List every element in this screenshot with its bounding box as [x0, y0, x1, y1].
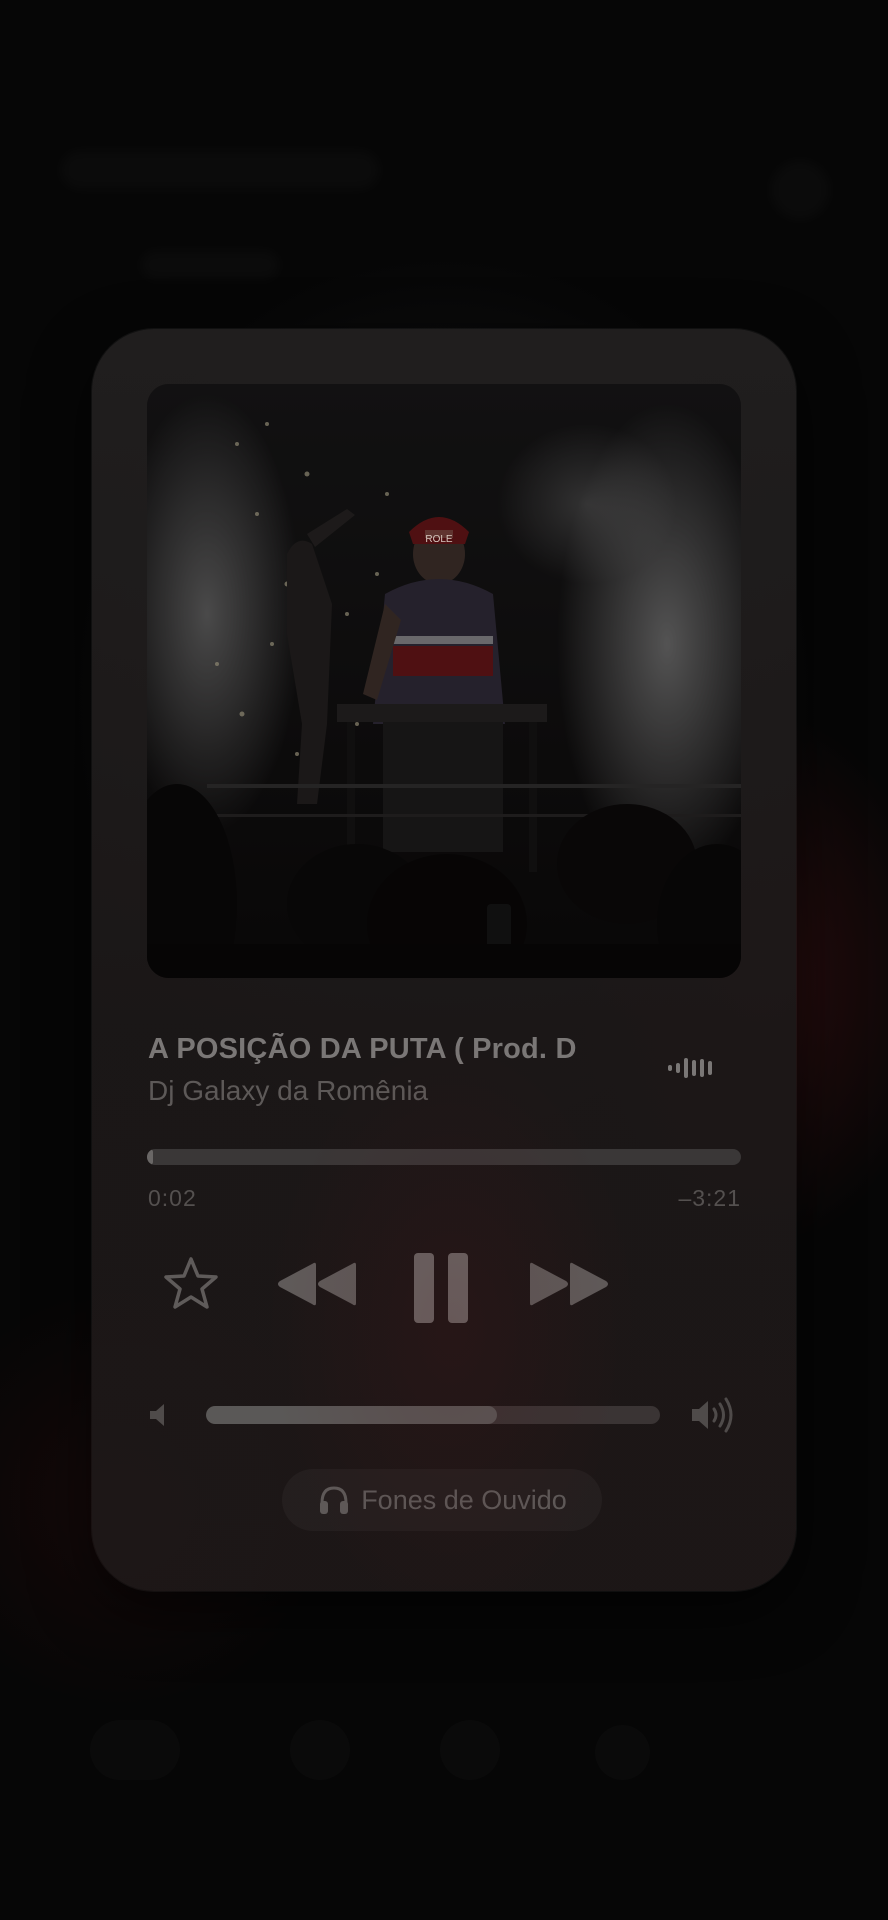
remaining-time: –3:21 [678, 1185, 741, 1211]
elapsed-time: 0:02 [148, 1185, 197, 1211]
track-title: A POSIÇÃO DA PUTA ( Prod. D [148, 1033, 577, 1065]
album-artwork[interactable]: ROLE [147, 384, 741, 978]
background-blur-shape [595, 1725, 650, 1780]
background-blur-shape [60, 150, 380, 190]
speaker-low-icon [148, 1401, 174, 1429]
star-outline-icon [164, 1257, 218, 1309]
favorite-button[interactable] [162, 1255, 220, 1313]
playback-progress-fill [147, 1149, 153, 1165]
cap-logo-text: ROLE [425, 534, 453, 545]
volume-slider[interactable] [206, 1406, 660, 1424]
forward-icon [530, 1262, 608, 1306]
lock-screen-background: ROLE A POSIÇÃO DA PUTA ( Prod. D Dj Gala… [0, 0, 888, 1920]
pause-icon [414, 1253, 468, 1323]
forward-button[interactable] [528, 1259, 610, 1309]
audio-output-button[interactable]: Fones de Ouvido [282, 1469, 602, 1531]
background-blur-shape [770, 160, 830, 220]
audio-bars-icon [668, 1055, 722, 1081]
background-blur-shape [90, 1720, 180, 1780]
speaker-high-icon [690, 1397, 740, 1433]
volume-slider-fill [206, 1406, 497, 1424]
backward-icon [278, 1262, 356, 1306]
pause-button[interactable] [410, 1249, 472, 1327]
rewind-button[interactable] [276, 1259, 358, 1309]
background-blur-shape [290, 1720, 350, 1780]
album-artwork-image: ROLE [147, 384, 741, 978]
track-artist[interactable]: Dj Galaxy da Romênia [148, 1075, 628, 1107]
background-blur-shape [440, 1720, 500, 1780]
now-playing-card: ROLE A POSIÇÃO DA PUTA ( Prod. D Dj Gala… [92, 329, 796, 1591]
headphones-icon [320, 1486, 349, 1514]
audio-output-label: Fones de Ouvido [361, 1484, 567, 1515]
background-blur-shape [140, 250, 280, 280]
playback-scrubber[interactable] [147, 1149, 741, 1165]
